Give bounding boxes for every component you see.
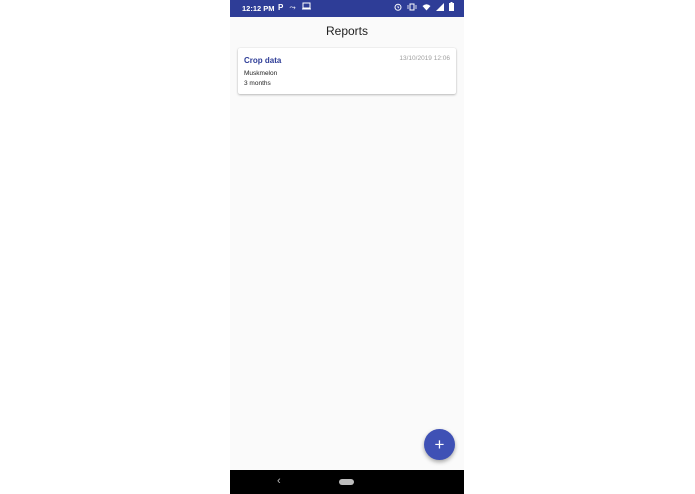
status-system-icons xyxy=(394,2,454,15)
report-crop: Muskmelon xyxy=(244,70,278,77)
laptop-icon xyxy=(301,2,311,14)
signal-icon xyxy=(436,2,444,15)
report-date: 13/10/2019 12:06 xyxy=(399,55,450,62)
battery-icon xyxy=(449,2,454,15)
add-icon: + xyxy=(434,435,445,454)
phone-screen: 12:12 PM P ⤳ Reports Crop data 13/10/201… xyxy=(230,0,464,494)
report-card[interactable]: Crop data 13/10/2019 12:06 Muskmelon 3 m… xyxy=(238,48,456,94)
back-icon[interactable]: ‹ xyxy=(277,475,281,487)
wifi-icon xyxy=(422,3,431,15)
alarm-icon xyxy=(394,3,402,15)
status-notification-icons: P ⤳ xyxy=(278,2,311,14)
cast-icon: ⤳ xyxy=(289,3,296,12)
status-time: 12:12 PM xyxy=(242,4,275,13)
report-duration: 3 months xyxy=(244,80,271,87)
navigation-bar: ‹ xyxy=(230,470,464,494)
report-title: Crop data xyxy=(244,56,282,65)
home-pill-icon[interactable] xyxy=(339,479,354,485)
page-title: Reports xyxy=(325,24,369,38)
parking-icon: P xyxy=(278,3,284,12)
add-report-button[interactable]: + xyxy=(424,429,455,460)
vibrate-icon xyxy=(407,3,417,15)
status-bar: 12:12 PM P ⤳ xyxy=(230,0,464,17)
